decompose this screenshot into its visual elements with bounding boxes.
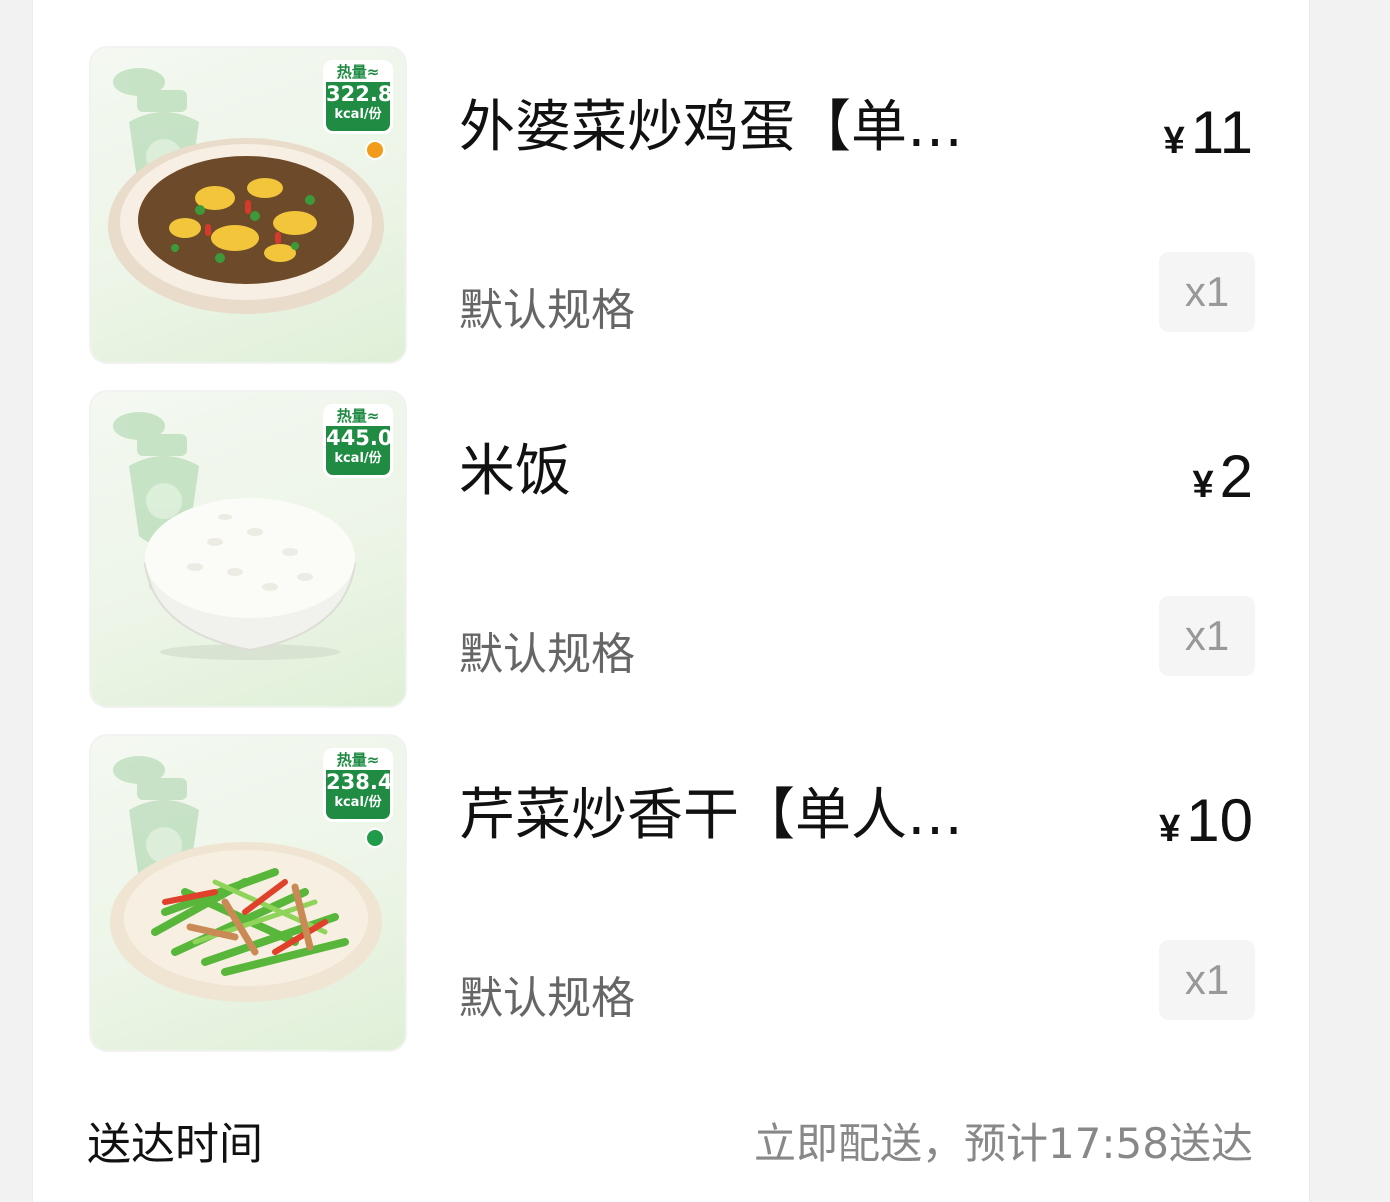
- item-quantity: x1: [1159, 252, 1255, 332]
- item-spec: 默认规格: [459, 629, 635, 680]
- calorie-unit: kcal/份: [334, 795, 382, 810]
- price-value: 11: [1190, 99, 1253, 166]
- dish-image: 热量≈ 445.0 kcal/份: [89, 390, 407, 708]
- calorie-unit: kcal/份: [334, 107, 382, 122]
- item-name: 米饭: [459, 439, 571, 504]
- celery-tofu-dish-image: [110, 842, 382, 1002]
- currency-symbol: ¥: [1163, 120, 1185, 162]
- currency-symbol: ¥: [1192, 464, 1214, 506]
- dish-image: 热量≈ 238.4 kcal/份: [89, 734, 407, 1052]
- calorie-badge: 热量≈ 238.4 kcal/份: [323, 748, 393, 822]
- item-quantity: x1: [1159, 940, 1255, 1020]
- order-item[interactable]: 热量≈ 445.0 kcal/份 米饭 ¥2 默认规格 x1: [33, 390, 1309, 710]
- price-value: 10: [1186, 787, 1253, 854]
- calorie-value: 238.4: [326, 770, 393, 794]
- calorie-badge: 热量≈ 445.0 kcal/份: [323, 404, 393, 478]
- item-spec: 默认规格: [459, 973, 635, 1024]
- order-item[interactable]: 热量≈ 322.8 kcal/份 外婆菜炒鸡蛋【单… ¥11 默认规格 x1: [33, 46, 1309, 366]
- item-name: 外婆菜炒鸡蛋【单…: [459, 95, 963, 160]
- item-price: ¥10: [1159, 786, 1253, 855]
- delivery-time-label: 送达时间: [87, 1119, 263, 1170]
- price-value: 2: [1219, 443, 1253, 510]
- currency-symbol: ¥: [1159, 808, 1181, 850]
- item-spec: 默认规格: [459, 285, 635, 336]
- calorie-unit: kcal/份: [334, 451, 382, 466]
- calorie-value: 322.8: [326, 82, 393, 106]
- stir-fried-egg-dish-image: [108, 138, 384, 314]
- order-item[interactable]: 热量≈ 238.4 kcal/份 芹菜炒香干【单人… ¥10 默认规格 x1: [33, 734, 1309, 1054]
- calorie-badge: 热量≈ 322.8 kcal/份: [323, 60, 393, 134]
- rice-bowl-image: [143, 498, 357, 660]
- calorie-label: 热量≈: [326, 407, 390, 426]
- dish-image: 热量≈ 322.8 kcal/份: [89, 46, 407, 364]
- item-price: ¥2: [1192, 442, 1253, 511]
- item-quantity: x1: [1159, 596, 1255, 676]
- calorie-label: 热量≈: [326, 751, 390, 770]
- calorie-value: 445.0: [326, 426, 393, 450]
- item-price: ¥11: [1164, 98, 1253, 167]
- order-detail-card: 热量≈ 322.8 kcal/份 外婆菜炒鸡蛋【单… ¥11 默认规格 x1 热…: [32, 0, 1310, 1202]
- calorie-label: 热量≈: [326, 63, 390, 82]
- diet-indicator-icon: [365, 140, 385, 160]
- item-name: 芹菜炒香干【单人…: [459, 783, 963, 848]
- delivery-time-value[interactable]: 立即配送，预计17:58送达: [754, 1110, 1253, 1171]
- diet-indicator-icon: [365, 828, 385, 848]
